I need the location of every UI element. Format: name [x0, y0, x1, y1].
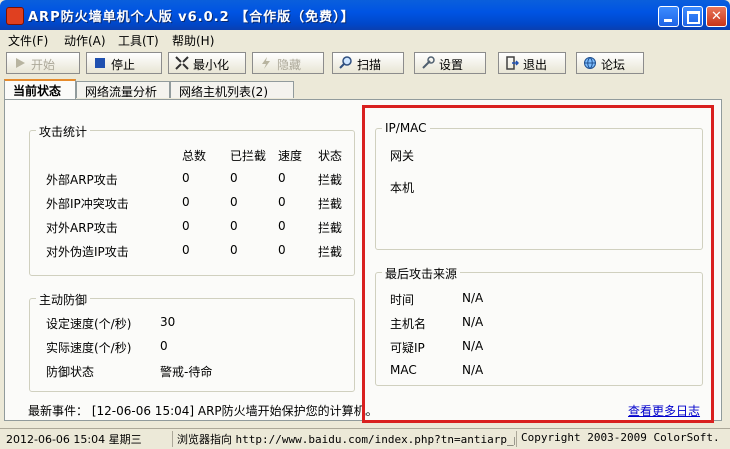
last-attack-value: N/A	[462, 339, 484, 353]
attack-row-speed: 0	[278, 243, 286, 257]
defense-value: 0	[160, 339, 168, 353]
tools-icon	[422, 56, 435, 69]
minimize-button[interactable]: 最小化	[168, 52, 246, 74]
last-attack-value: N/A	[462, 315, 484, 329]
gateway-label: 网关	[390, 149, 415, 163]
minimize-window-button[interactable]	[658, 6, 679, 27]
last-attack-label: 可疑IP	[390, 341, 425, 355]
copyright-text: Copyright 2003-2009 ColorSoft.	[521, 431, 720, 444]
menu-help[interactable]: 帮助(H)	[172, 32, 214, 49]
globe-icon	[584, 57, 596, 70]
exit-door-icon	[506, 56, 519, 70]
local-host-label: 本机	[390, 181, 415, 195]
col-header-speed: 速度	[278, 149, 303, 163]
last-attack-value: N/A	[462, 363, 484, 377]
tab-host-list[interactable]: 网络主机列表(2)	[170, 81, 294, 99]
attack-row-total: 0	[182, 243, 190, 257]
attack-row-status: 拦截	[318, 221, 343, 235]
defense-label: 防御状态	[46, 365, 95, 379]
attack-row-blocked: 0	[230, 243, 238, 257]
status-browser: 浏览器指向 http://www.baidu.com/index.php?tn=…	[172, 431, 515, 447]
stop-button[interactable]: 停止	[86, 52, 162, 74]
scan-button[interactable]: 扫描	[332, 52, 404, 74]
close-window-button[interactable]: ✕	[706, 6, 727, 27]
play-icon	[16, 58, 25, 68]
menu-bar: 文件(F) 动作(A) 工具(T) 帮助(H)	[0, 30, 730, 48]
col-header-total: 总数	[182, 149, 207, 163]
menu-tools[interactable]: 工具(T)	[118, 32, 159, 49]
status-datetime: 2012-06-06 15:04 星期三	[6, 433, 142, 446]
tab-strip: 当前状态 网络流量分析 网络主机列表(2)	[0, 79, 730, 99]
attack-row-total: 0	[182, 219, 190, 233]
settings-button[interactable]: 设置	[414, 52, 486, 74]
last-attack-label: MAC	[390, 363, 417, 377]
attack-row-blocked: 0	[230, 219, 238, 233]
exit-button[interactable]: 退出	[498, 52, 566, 74]
defense-label: 实际速度(个/秒)	[46, 341, 132, 355]
ip-mac-group: IP/MAC 网关 本机	[375, 121, 703, 250]
attack-row-total: 0	[182, 171, 190, 185]
window-title: ARP防火墙单机个人版 v6.0.2 【合作版（免费）】	[28, 10, 355, 25]
attack-row-speed: 0	[278, 171, 286, 185]
more-log-link[interactable]: 查看更多日志	[628, 402, 700, 419]
attack-stats-group: 攻击统计 总数 已拦截 速度 状态 外部ARP攻击 0 0 0 拦截 外部IP冲…	[29, 123, 355, 276]
defense-value: 30	[160, 315, 176, 329]
defense-label: 设定速度(个/秒)	[46, 317, 132, 331]
browser-url: http://www.baidu.com/index.php?tn=antiar…	[235, 433, 516, 446]
attack-row-name: 对外伪造IP攻击	[46, 245, 129, 259]
last-attack-label: 主机名	[390, 317, 427, 331]
active-defense-title: 主动防御	[36, 291, 91, 308]
minimize-icon	[664, 19, 672, 22]
attack-row-name: 外部IP冲突攻击	[46, 197, 129, 211]
attack-row-blocked: 0	[230, 171, 238, 185]
last-attack-value: N/A	[462, 291, 484, 305]
last-attack-label: 时间	[390, 293, 415, 307]
attack-stats-title: 攻击统计	[36, 123, 91, 140]
attack-row-speed: 0	[278, 219, 286, 233]
attack-row-speed: 0	[278, 195, 286, 209]
attack-row-name: 对外ARP攻击	[46, 221, 118, 235]
col-header-blocked: 已拦截	[230, 149, 267, 163]
browser-label: 浏览器指向	[177, 433, 232, 446]
active-defense-group: 主动防御 设定速度(个/秒) 30 实际速度(个/秒) 0 防御状态 警戒-待命	[29, 291, 355, 392]
latest-event: 最新事件： [12-06-06 15:04] ARP防火墙开始保护您的计算机。	[28, 402, 378, 419]
toolbar: 开始 停止 最小化 隐藏 扫描 设置 退出 论坛	[0, 49, 730, 79]
attack-row-blocked: 0	[230, 195, 238, 209]
defense-value: 警戒-待命	[160, 365, 213, 379]
magnifier-icon	[339, 56, 352, 69]
app-icon	[6, 7, 24, 25]
last-attack-group: 最后攻击来源 时间 N/A 主机名 N/A 可疑IP N/A MAC N/A	[375, 265, 703, 386]
attack-row-status: 拦截	[318, 245, 343, 259]
attack-row-status: 拦截	[318, 173, 343, 187]
ip-mac-title: IP/MAC	[382, 121, 430, 135]
title-bar: ARP防火墙单机个人版 v6.0.2 【合作版（免费）】 ✕	[0, 0, 730, 30]
start-button[interactable]: 开始	[6, 52, 80, 74]
last-attack-title: 最后攻击来源	[382, 265, 461, 282]
hide-button[interactable]: 隐藏	[252, 52, 324, 74]
latest-event-text: [12-06-06 15:04] ARP防火墙开始保护您的计算机。	[91, 404, 378, 418]
attack-row-total: 0	[182, 195, 190, 209]
minimize-arrows-icon	[175, 56, 189, 70]
menu-action[interactable]: 动作(A)	[64, 32, 106, 49]
maximize-window-button[interactable]	[682, 6, 703, 27]
tab-current-status[interactable]: 当前状态	[4, 79, 76, 99]
attack-row-name: 外部ARP攻击	[46, 173, 118, 187]
close-icon: ✕	[711, 9, 722, 24]
lightning-icon	[262, 57, 270, 69]
latest-event-label: 最新事件：	[28, 404, 89, 418]
tab-traffic-analysis[interactable]: 网络流量分析	[76, 81, 170, 99]
status-bar: 2012-06-06 15:04 星期三 浏览器指向 http://www.ba…	[0, 428, 730, 449]
status-panel: 攻击统计 总数 已拦截 速度 状态 外部ARP攻击 0 0 0 拦截 外部IP冲…	[4, 99, 722, 421]
menu-file[interactable]: 文件(F)	[8, 32, 48, 49]
attack-row-status: 拦截	[318, 197, 343, 211]
forum-button[interactable]: 论坛	[576, 52, 644, 74]
stop-icon	[95, 58, 105, 68]
status-copyright: Copyright 2003-2009 ColorSoft.	[516, 431, 729, 447]
col-header-status: 状态	[318, 149, 343, 163]
maximize-icon	[687, 11, 700, 24]
